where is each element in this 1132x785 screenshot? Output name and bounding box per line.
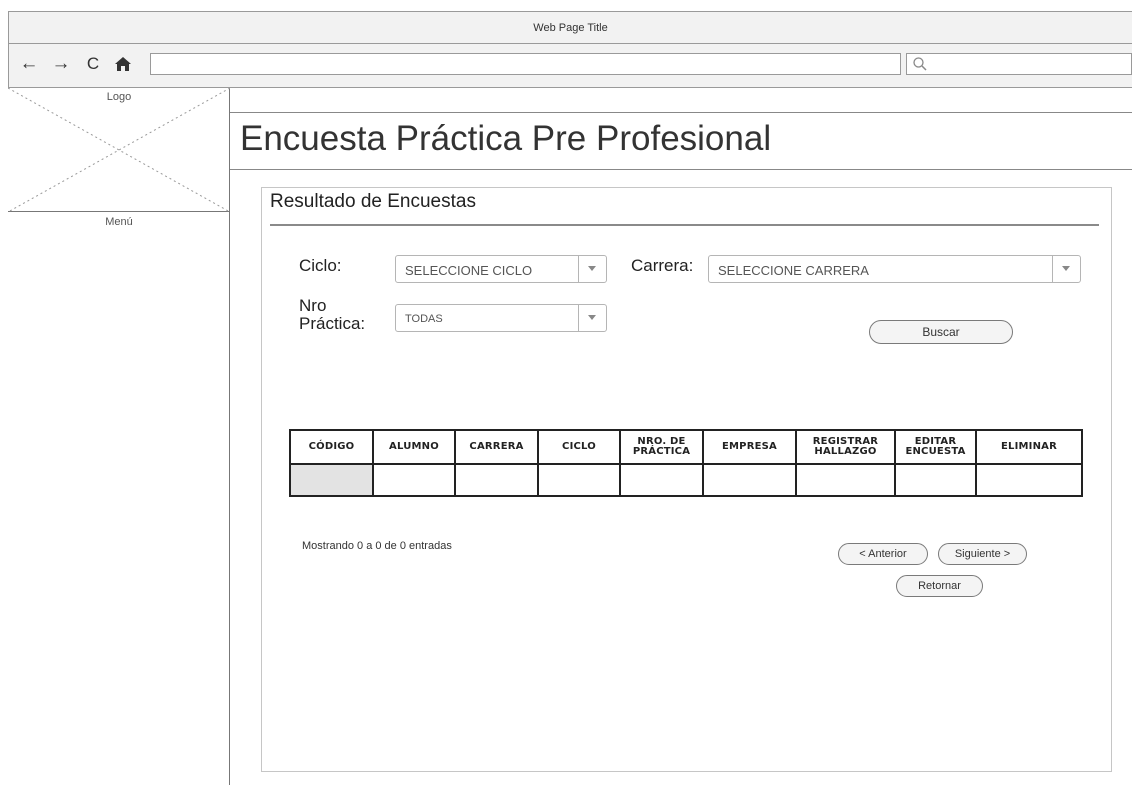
table-cell (372, 463, 456, 497)
title-divider (270, 224, 1099, 226)
column-header-eliminar[interactable]: ELIMINAR (975, 429, 1083, 465)
ciclo-label: Ciclo: (299, 256, 342, 275)
browser-search-input[interactable] (906, 53, 1132, 75)
table-cell (289, 463, 374, 497)
column-header-carrera[interactable]: CARRERA (454, 429, 539, 465)
nro-practica-select-value: TODAS (405, 313, 443, 325)
back-arrow-icon[interactable]: ← (19, 53, 39, 75)
browser-title-bar: Web Page Title (8, 11, 1132, 44)
image-placeholder-icon (8, 88, 230, 212)
next-button[interactable]: Siguiente > (938, 543, 1027, 565)
nro-practica-label-line2: Práctica: (299, 314, 366, 333)
table-cell (454, 463, 539, 497)
logo-placeholder: Logo (8, 88, 230, 212)
table-cell (537, 463, 621, 497)
nro-practica-label-line1: Nro (299, 296, 327, 315)
carrera-select[interactable]: SELECCIONE CARRERA (708, 255, 1081, 283)
panel-title: Resultado de Encuestas (270, 191, 476, 212)
table-header-row: CÓDIGO ALUMNO CARRERA CICLO NRO. DE PRÁCT… (289, 429, 1083, 465)
search-button[interactable]: Buscar (869, 320, 1013, 344)
forward-arrow-icon[interactable]: → (51, 53, 71, 75)
page-title: Encuesta Práctica Pre Profesional (240, 119, 772, 158)
table-cell (894, 463, 977, 497)
table-cell (702, 463, 797, 497)
ciclo-select[interactable]: SELECCIONE CICLO (395, 255, 607, 283)
pagination-info: Mostrando 0 a 0 de 0 entradas (302, 540, 452, 552)
column-header-ciclo[interactable]: CICLO (537, 429, 621, 465)
chevron-down-icon (1052, 256, 1080, 282)
logo-label: Logo (106, 91, 132, 103)
page-header: Encuesta Práctica Pre Profesional (230, 112, 1132, 170)
table-cell (795, 463, 896, 497)
home-icon[interactable] (113, 53, 133, 75)
chevron-down-icon (578, 256, 606, 282)
carrera-select-value: SELECCIONE CARRERA (718, 263, 869, 278)
browser-nav-bar: ← → C (8, 44, 1132, 88)
nro-practica-select[interactable]: TODAS (395, 304, 607, 332)
previous-button[interactable]: < Anterior (838, 543, 928, 565)
url-input[interactable] (150, 53, 901, 75)
sidebar-menu: Menú (8, 212, 230, 785)
table-cell (975, 463, 1083, 497)
column-header-editar-encuesta[interactable]: EDITAR ENCUESTA (894, 429, 977, 465)
carrera-label: Carrera: (631, 256, 694, 275)
browser-title: Web Page Title (533, 21, 608, 34)
results-panel: Resultado de Encuestas Ciclo: SELECCIONE… (261, 187, 1112, 772)
reload-icon[interactable]: C (83, 53, 103, 75)
column-header-codigo[interactable]: CÓDIGO (289, 429, 374, 465)
results-table: CÓDIGO ALUMNO CARRERA CICLO NRO. DE PRÁCT… (289, 429, 1083, 497)
column-header-nro-practica[interactable]: NRO. DE PRÁCTICA (619, 429, 704, 465)
column-header-empresa[interactable]: EMPRESA (702, 429, 797, 465)
ciclo-select-value: SELECCIONE CICLO (405, 263, 533, 278)
chevron-down-icon (578, 305, 606, 331)
back-button[interactable]: Retornar (896, 575, 983, 597)
menu-label: Menú (105, 216, 133, 228)
search-icon (913, 57, 927, 71)
home-glyph-icon (115, 57, 131, 71)
nro-practica-label: Nro Práctica: (299, 297, 365, 333)
column-header-alumno[interactable]: ALUMNO (372, 429, 456, 465)
table-row (289, 463, 1083, 497)
table-cell (619, 463, 704, 497)
column-header-registrar-hallazgo[interactable]: REGISTRAR HALLAZGO (795, 429, 896, 465)
